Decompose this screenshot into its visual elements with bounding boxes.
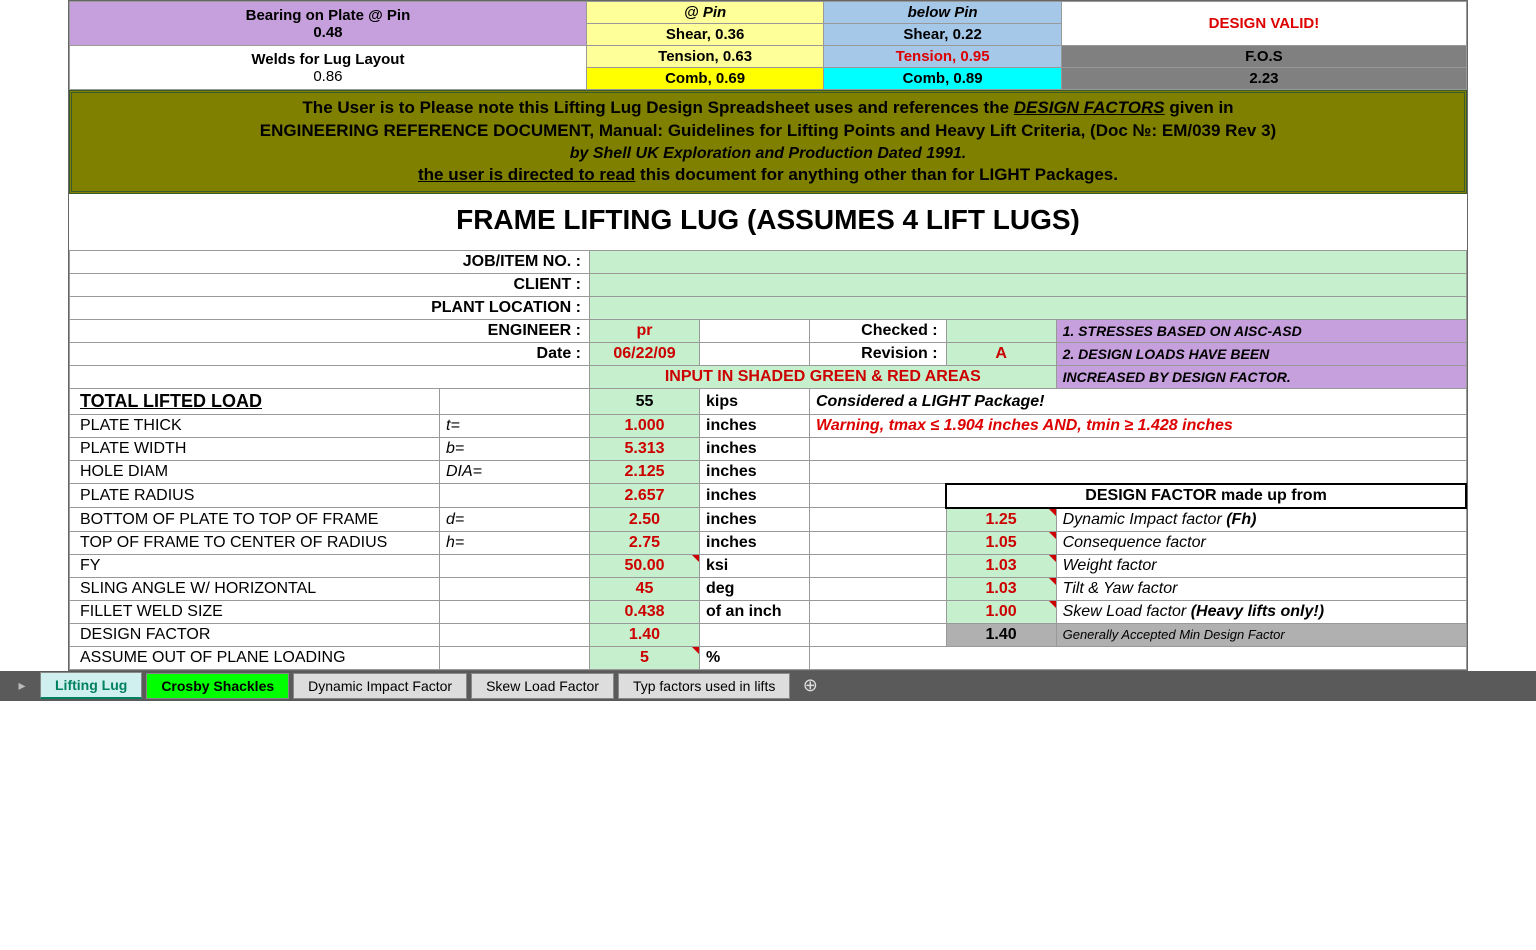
tab-add[interactable]: ⊕	[794, 675, 826, 696]
tab-prev[interactable]: ▸	[8, 677, 36, 694]
input-plate-width[interactable]: 5.313	[590, 438, 700, 461]
input-plate-thick[interactable]: 1.000	[590, 415, 700, 438]
tab-dynamic-impact[interactable]: Dynamic Impact Factor	[293, 673, 467, 699]
df-input-0[interactable]: 1.25	[946, 508, 1056, 532]
sheet-tabs: ▸ Lifting Lug Crosby Shackles Dynamic Im…	[0, 671, 1536, 701]
tab-crosby-shackles[interactable]: Crosby Shackles	[146, 673, 289, 699]
reference-note: The User is to Please note this Lifting …	[69, 90, 1467, 194]
date-input[interactable]: 06/22/09	[590, 343, 700, 366]
df-input-2[interactable]: 1.03	[946, 554, 1056, 577]
input-design-factor[interactable]: 1.40	[590, 623, 700, 646]
input-plate-radius[interactable]: 2.657	[590, 484, 700, 508]
summary-table: Bearing on Plate @ Pin0.48 @ Pin below P…	[69, 1, 1467, 90]
tab-typ-factors[interactable]: Typ factors used in lifts	[618, 673, 790, 699]
df-input-3[interactable]: 1.03	[946, 577, 1056, 600]
data-sheet: JOB/ITEM NO. : CLIENT : PLANT LOCATION :…	[69, 250, 1467, 670]
input-bottom-of-plate-to-top-of-frame[interactable]: 2.50	[590, 508, 700, 532]
input-assume-out-of-plane-loading[interactable]: 5	[590, 646, 700, 669]
page-title: FRAME LIFTING LUG (ASSUMES 4 LIFT LUGS)	[69, 194, 1467, 250]
engineer-input[interactable]: pr	[590, 320, 700, 343]
df-input-4[interactable]: 1.00	[946, 600, 1056, 623]
input-top-of-frame-to-center-of-radius[interactable]: 2.75	[590, 531, 700, 554]
df-input-1[interactable]: 1.05	[946, 531, 1056, 554]
tab-skew-load[interactable]: Skew Load Factor	[471, 673, 614, 699]
input-fy[interactable]: 50.00	[590, 554, 700, 577]
input-sling-angle-w-horizontal[interactable]: 45	[590, 577, 700, 600]
input-total-lifted-load[interactable]: 55	[590, 389, 700, 415]
tab-lifting-lug[interactable]: Lifting Lug	[40, 672, 142, 699]
input-fillet-weld-size[interactable]: 0.438	[590, 600, 700, 623]
input-hole-diam[interactable]: 2.125	[590, 461, 700, 484]
design-valid-status: DESIGN VALID!	[1061, 2, 1466, 46]
